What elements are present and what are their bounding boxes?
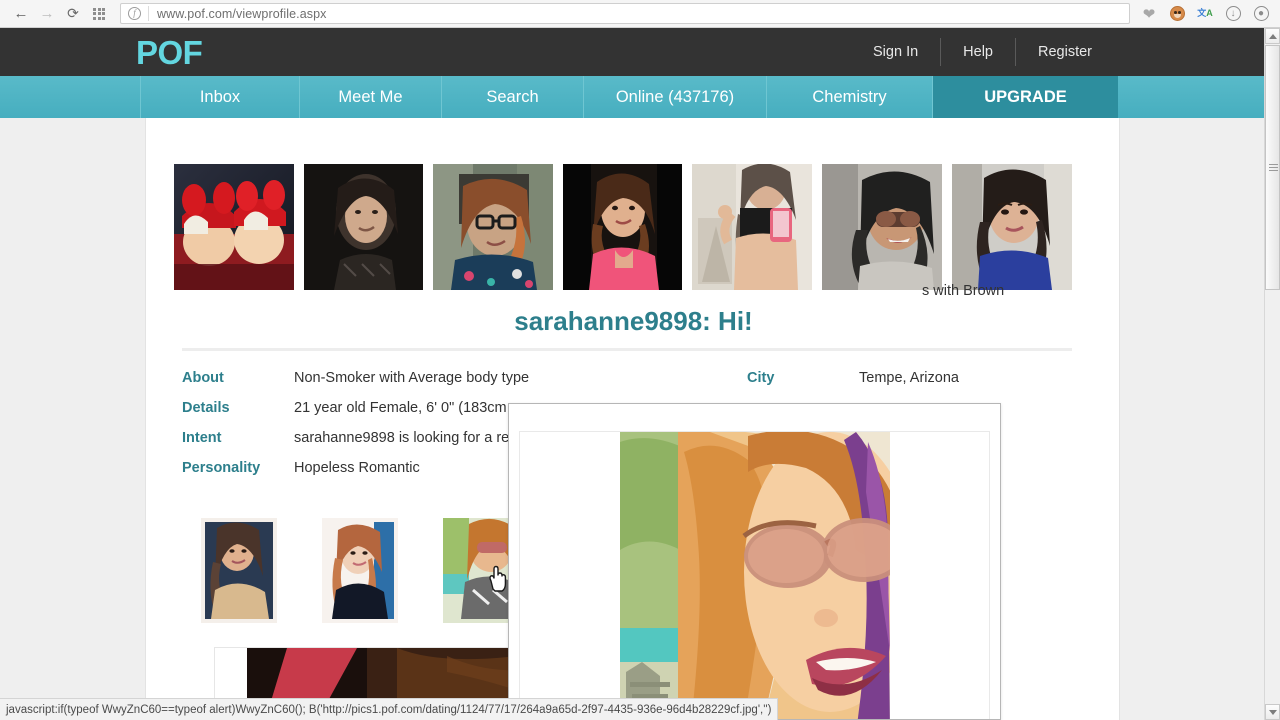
address-bar-divider — [148, 6, 149, 21]
forward-arrow-icon[interactable]: → — [34, 1, 60, 27]
info-value-about: Non-Smoker with Average body type — [294, 370, 529, 386]
gallery-thumbnail[interactable] — [952, 164, 1072, 290]
photo-hover-preview-image — [620, 432, 890, 720]
nav-item-upgrade[interactable]: UPGRADE — [933, 76, 1118, 118]
secondary-thumbnail[interactable] — [322, 518, 398, 623]
info-label-details: Details — [182, 400, 294, 416]
main-navigation: Inbox Meet Me Search Online (437176) Che… — [0, 76, 1264, 118]
photo-hover-preview[interactable] — [508, 403, 1001, 720]
scroll-down-arrow-icon[interactable] — [1265, 704, 1280, 720]
info-row-about: About Non-Smoker with Average body type … — [182, 370, 1092, 400]
secondary-thumbnail[interactable] — [201, 518, 277, 623]
nav-item-inbox[interactable]: Inbox — [140, 76, 300, 118]
site-header: POF Sign In Help Register — [0, 28, 1264, 76]
gallery-thumbnail[interactable] — [433, 164, 553, 290]
header-links: Sign In Help Register — [851, 28, 1114, 76]
pof-logo[interactable]: POF — [136, 34, 202, 72]
browser-window: ← → ⟳ f www.pof.com/viewprofile.aspx ❤ 文… — [0, 0, 1280, 720]
info-label-personality: Personality — [182, 460, 294, 476]
apps-grid-icon[interactable] — [86, 1, 112, 27]
reload-icon[interactable]: ⟳ — [60, 1, 86, 27]
info-row-city: City Tempe, Arizona — [747, 370, 959, 386]
nav-item-meet-me[interactable]: Meet Me — [300, 76, 442, 118]
translate-icon[interactable]: 文A — [1192, 1, 1218, 27]
scroll-up-arrow-icon[interactable] — [1265, 28, 1280, 44]
gallery-thumbnail[interactable] — [692, 164, 812, 290]
scrollbar-grip-icon — [1269, 164, 1278, 172]
truncated-detail-text: s with Brown — [922, 283, 1004, 299]
back-arrow-icon[interactable]: ← — [8, 1, 34, 27]
address-bar[interactable]: f www.pof.com/viewprofile.aspx — [120, 3, 1130, 24]
heart-icon[interactable]: ❤ — [1136, 1, 1162, 27]
scrollbar-thumb[interactable] — [1265, 45, 1280, 290]
site-info-icon[interactable]: f — [128, 7, 141, 20]
photo-hover-preview-frame — [519, 431, 990, 720]
register-link[interactable]: Register — [1016, 43, 1114, 61]
info-value-personality: Hopeless Romantic — [294, 460, 420, 476]
gallery-thumbnail[interactable] — [304, 164, 423, 290]
info-label-city: City — [747, 370, 859, 386]
browser-status-bar: javascript:if(typeof WwyZnC60==typeof al… — [0, 698, 778, 720]
title-divider — [182, 348, 1072, 351]
profile-photo-gallery — [174, 164, 1072, 290]
account-icon[interactable]: ● — [1248, 1, 1274, 27]
monkey-avatar-icon[interactable] — [1164, 1, 1190, 27]
info-label-intent: Intent — [182, 430, 294, 446]
nav-item-search[interactable]: Search — [442, 76, 584, 118]
info-value-intent: sarahanne9898 is looking for a re — [294, 430, 509, 446]
help-link[interactable]: Help — [941, 43, 1015, 61]
gallery-thumbnail[interactable] — [174, 164, 294, 290]
status-bar-url: javascript:if(typeof WwyZnC60==typeof al… — [6, 704, 771, 716]
browser-extension-icons: ❤ 文A ↓ ● — [1136, 1, 1280, 27]
sign-in-link[interactable]: Sign In — [851, 43, 940, 61]
page-title: sarahanne9898: Hi! — [146, 306, 1121, 337]
download-icon[interactable]: ↓ — [1220, 1, 1246, 27]
page-scrollbar[interactable] — [1264, 28, 1280, 720]
info-label-about: About — [182, 370, 294, 386]
hand-pointer-cursor — [486, 565, 508, 593]
info-value-details: 21 year old Female, 6' 0" (183cm — [294, 400, 507, 416]
secondary-photo-row — [201, 518, 519, 623]
browser-toolbar: ← → ⟳ f www.pof.com/viewprofile.aspx ❤ 文… — [0, 0, 1280, 28]
nav-item-chemistry[interactable]: Chemistry — [767, 76, 933, 118]
nav-item-online[interactable]: Online (437176) — [584, 76, 767, 118]
info-value-city: Tempe, Arizona — [859, 370, 959, 386]
url-text[interactable]: www.pof.com/viewprofile.aspx — [157, 7, 327, 21]
gallery-thumbnail[interactable] — [822, 164, 942, 290]
gallery-thumbnail[interactable] — [563, 164, 682, 290]
